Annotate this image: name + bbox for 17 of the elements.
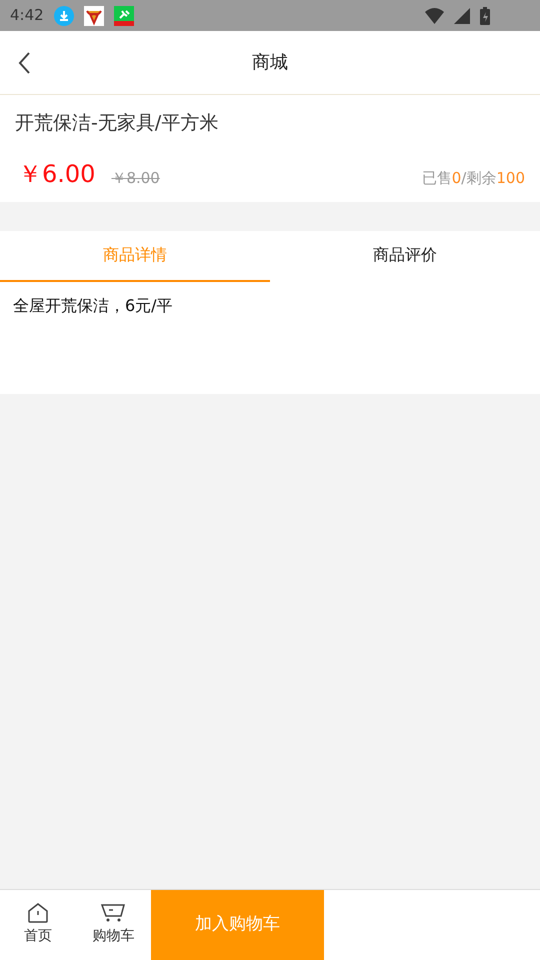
download-icon [54,6,74,26]
tab[interactable]: 商品评价 [270,230,540,282]
detail-text: 全屋开荒保洁，6元/平 [13,294,173,316]
nav-item[interactable]: 购物车 [76,890,151,960]
original-price: ￥8.00 [111,168,160,189]
sales-stock-text: 已售0/剩余100 [422,168,525,189]
wifi-icon [425,8,444,24]
nav-item[interactable]: 首页 [0,890,76,960]
home-icon [26,903,49,923]
product-name: 开荒保洁-无家具/平方米 [15,111,218,136]
page-title: 商城 [252,51,288,75]
signal-icon [454,8,470,24]
cart-icon [101,903,126,923]
status-time: 4:42 [10,5,44,26]
battery-icon [480,6,490,24]
product-price: ￥6.00 [18,158,96,190]
back-icon [18,52,30,74]
